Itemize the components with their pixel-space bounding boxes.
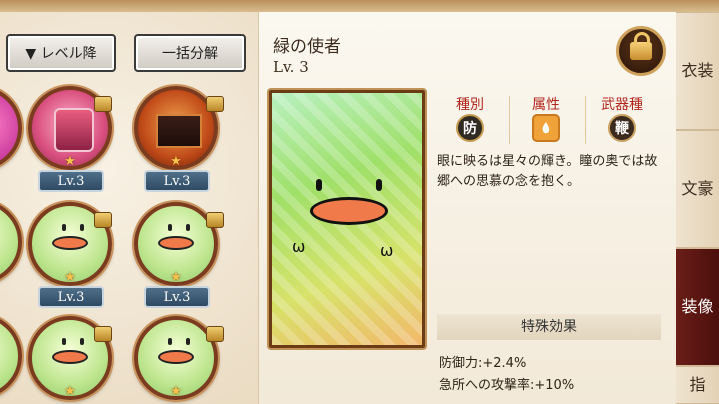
tab-label: 文豪: [681, 179, 714, 198]
lock-icon: [206, 96, 224, 112]
item-name: 緑の使者: [273, 37, 341, 57]
eye-icon: [376, 179, 382, 191]
drink-glass-icon: [54, 108, 94, 152]
inventory-item-partial[interactable]: [0, 86, 22, 170]
tab-costume[interactable]: 衣装: [676, 12, 719, 130]
eye-icon: [186, 224, 190, 231]
star-icon: ★: [170, 384, 182, 399]
inventory-item-partial[interactable]: [0, 200, 22, 284]
item-detail-card: 緑の使者 Lv. 3 ѡ ѡ ⊕ 種別 防 属性 武器種 鞭 眼に映るは星々の輝…: [258, 12, 676, 404]
effect-line: 防御力:+2.4%: [439, 356, 527, 371]
eye-icon: [62, 338, 66, 345]
level-badge: Lv.3: [38, 170, 104, 192]
bulk-disassemble-button[interactable]: 一括分解: [134, 34, 246, 72]
eye-icon: [186, 338, 190, 345]
blob-mouth-icon: [310, 197, 388, 225]
eye-icon: [62, 224, 66, 231]
sort-level-desc-button[interactable]: ▼ レベル降: [6, 34, 116, 72]
level-badge: Lv.3: [38, 286, 104, 308]
star-icon: ★: [64, 154, 76, 169]
tab-equipment[interactable]: 装像: [676, 248, 719, 366]
cheek-mark-icon: ѡ: [292, 237, 306, 256]
eye-icon: [316, 179, 322, 191]
effect-line: 急所への攻撃率:+10%: [439, 378, 575, 393]
padlock-icon: [630, 32, 652, 60]
gift-box-icon: [156, 114, 202, 148]
tab-label: 指: [689, 375, 706, 394]
lock-icon: [206, 326, 224, 342]
tab-label: 衣装: [681, 61, 714, 80]
special-effect-title: 特殊効果: [437, 314, 661, 340]
top-decor-strip: [0, 0, 719, 12]
star-icon: ★: [64, 270, 76, 285]
eye-icon: [168, 224, 172, 231]
blob-mouth-icon: [52, 350, 88, 364]
attribute-icon: [532, 114, 560, 142]
inventory-item-partial[interactable]: [0, 314, 22, 398]
stat-label-type: 種別: [456, 97, 484, 113]
lock-icon: [206, 212, 224, 228]
item-description: 眼に映るは星々の輝き。瞳の奥では故郷への思慕の念を抱く。: [437, 154, 658, 189]
tab-writer[interactable]: 文豪: [676, 130, 719, 248]
cheek-mark-icon: ѡ: [380, 241, 394, 260]
lock-toggle-button[interactable]: [616, 26, 666, 76]
stat-label-weapon: 武器種: [601, 97, 643, 113]
inventory-panel: ▼ レベル降 一括分解 ★ Lv.3 ★ Lv.3 ★ Lv.3 ★ Lv.3 …: [0, 12, 260, 404]
flame-icon: [542, 122, 550, 134]
lock-icon: [94, 326, 112, 342]
star-icon: ★: [64, 384, 76, 399]
whip-icon: 鞭: [608, 114, 636, 142]
item-level: Lv. 3: [273, 58, 309, 76]
lock-icon: [94, 96, 112, 112]
level-badge: Lv.3: [144, 170, 210, 192]
eye-icon: [168, 338, 172, 345]
star-icon: ★: [170, 270, 182, 285]
level-badge: Lv.3: [144, 286, 210, 308]
eye-icon: [80, 224, 84, 231]
lock-icon: [94, 212, 112, 228]
blob-mouth-icon: [158, 350, 194, 364]
stat-label-attribute: 属性: [532, 97, 560, 113]
tab-label: 装像: [681, 297, 714, 316]
tab-partial[interactable]: 指: [676, 366, 719, 404]
blob-mouth-icon: [158, 236, 194, 250]
blob-mouth-icon: [52, 236, 88, 250]
star-icon: ★: [170, 154, 182, 169]
eye-icon: [80, 338, 84, 345]
item-card-art: ѡ ѡ ⊕: [269, 90, 425, 348]
shield-type-icon: 防: [456, 114, 484, 142]
